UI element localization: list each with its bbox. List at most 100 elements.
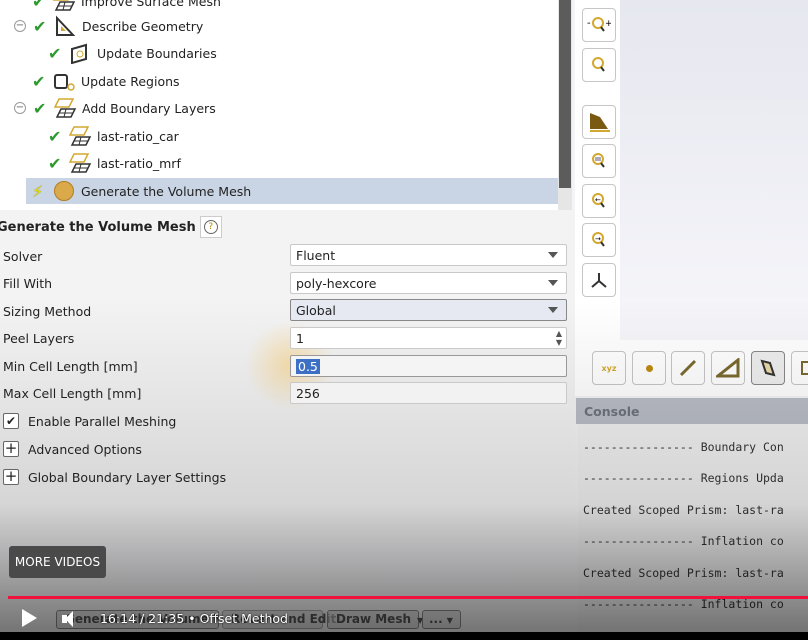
form-title-row: Generate the Volume Mesh ? — [0, 216, 222, 238]
tree-item[interactable]: ✔ last-ratio_mrf — [48, 150, 181, 176]
max-cell-input[interactable]: 256 — [290, 382, 567, 404]
spinner-arrows-icon[interactable]: ▲ ▼ — [556, 329, 562, 347]
check-icon: ✔ — [48, 126, 62, 146]
zoom-in-out-button[interactable]: - + — [582, 8, 616, 42]
previous-view-button[interactable]: ← — [582, 184, 616, 218]
svg-text:→: → — [595, 235, 601, 243]
triad-button[interactable]: xyz — [592, 351, 626, 385]
lightning-icon: ⚡ — [32, 181, 44, 201]
tree-item[interactable]: ✔ Improve Surface Mesh — [32, 0, 221, 14]
axes-button[interactable] — [582, 263, 616, 297]
help-button[interactable]: ? — [199, 216, 222, 238]
mesh-display-button[interactable] — [582, 105, 616, 139]
peel-layers-value: 1 — [296, 330, 304, 346]
next-view-button[interactable]: → — [582, 223, 616, 257]
zoom-box-button[interactable] — [582, 144, 616, 178]
sizing-method-dropdown[interactable]: Global — [290, 299, 567, 321]
advanced-options-label: Advanced Options — [28, 441, 142, 457]
tree-item[interactable]: ✔ last-ratio_car — [48, 123, 179, 149]
time-display: 16:14 / 21:35 — [100, 611, 185, 626]
chapter-title[interactable]: Offset Method — [200, 611, 288, 626]
more-options-button[interactable]: ... ▼ — [422, 610, 461, 629]
video-time: 16:14 / 21:35 • Offset Method — [100, 611, 288, 626]
tree-item-label: last-ratio_mrf — [97, 155, 181, 171]
line-icon — [679, 359, 697, 377]
task-form: Generate the Volume Mesh ? Solver Fluent… — [0, 210, 575, 540]
tree-item-label: last-ratio_car — [97, 128, 179, 144]
sizing-method-value: Global — [296, 302, 336, 318]
geometry-icon — [53, 15, 77, 37]
solver-label: Solver — [3, 248, 43, 264]
max-cell-value: 256 — [296, 385, 320, 401]
check-icon: ✔ — [33, 98, 47, 118]
tree-item[interactable]: ✔ Update Regions — [32, 68, 180, 94]
expand-plus-icon[interactable]: + — [3, 469, 19, 485]
tree-scrollbar[interactable] — [558, 0, 572, 210]
parallel-meshing-row[interactable]: ✔ Enable Parallel Meshing — [3, 410, 176, 432]
tree-item-label: Describe Geometry — [82, 18, 204, 34]
more-videos-button[interactable]: MORE VIDEOS — [9, 546, 106, 578]
solver-dropdown[interactable]: Fluent — [290, 244, 567, 266]
check-icon: ✔ — [33, 16, 47, 36]
collapse-icon[interactable]: − — [14, 102, 26, 114]
select-edge-button[interactable] — [671, 351, 705, 385]
check-icon: ✔ — [48, 43, 62, 63]
parallel-meshing-label: Enable Parallel Meshing — [28, 413, 177, 429]
expand-plus-icon[interactable]: + — [3, 441, 19, 457]
console-line: ---------------- Regions Upda — [583, 471, 784, 485]
tree-item[interactable]: − ✔ Add Boundary Layers — [14, 95, 216, 121]
draw-mesh-button[interactable]: Draw Mesh ▼ — [327, 610, 423, 629]
console-line: Created Scoped Prism: last-ra — [583, 503, 784, 517]
scrollbar-thumb[interactable] — [559, 0, 571, 188]
play-icon[interactable] — [22, 609, 37, 627]
select-triangle-button[interactable] — [711, 351, 745, 385]
peel-layers-spinner[interactable]: 1 ▲ ▼ — [290, 327, 567, 349]
tree-item[interactable]: ✔ Update Boundaries — [48, 40, 217, 66]
mesh-icon — [52, 0, 76, 12]
view-toolbar: - + ← → — [575, 0, 620, 340]
draw-mesh-label: Draw Mesh — [336, 612, 412, 626]
axes-icon — [591, 273, 607, 288]
layers-icon — [53, 97, 77, 119]
select-body-button[interactable] — [791, 351, 808, 385]
chevron-down-icon — [548, 252, 558, 258]
global-bl-row[interactable]: + Global Boundary Layer Settings — [3, 466, 226, 488]
collapse-icon[interactable]: − — [14, 20, 26, 32]
select-point-button[interactable] — [632, 351, 666, 385]
tree-item-label: Update Boundaries — [97, 45, 217, 61]
global-bl-label: Global Boundary Layer Settings — [28, 469, 227, 485]
chevron-down-icon — [548, 307, 558, 313]
min-cell-input[interactable]: 0.5 — [290, 355, 567, 377]
zoom-icon: - + — [587, 17, 611, 32]
form-title: Generate the Volume Mesh — [0, 219, 196, 235]
advanced-options-row[interactable]: + Advanced Options — [3, 438, 142, 460]
checkbox-checked-icon[interactable]: ✔ — [3, 413, 19, 429]
peel-layers-label: Peel Layers — [3, 330, 75, 346]
volume-icon[interactable] — [62, 611, 76, 627]
console-output[interactable]: ---------------- Boundary Con ----------… — [578, 424, 808, 640]
console-line: ---------------- Inflation co — [583, 597, 784, 611]
console-line: ---------------- Boundary Con — [583, 440, 784, 454]
tree-item[interactable]: − ✔ Describe Geometry — [14, 13, 203, 39]
video-progress-bar[interactable] — [8, 596, 808, 599]
chevron-down-icon — [548, 280, 558, 286]
tree-item-label: Generate the Volume Mesh — [81, 183, 252, 199]
tree-item-label: Add Boundary Layers — [82, 100, 216, 116]
svg-text:-: - — [587, 18, 591, 29]
svg-text:+: + — [605, 19, 611, 29]
tree-item[interactable]: ⚡ Generate the Volume Mesh — [26, 178, 558, 204]
select-face-button[interactable] — [751, 351, 785, 385]
solver-value: Fluent — [296, 247, 336, 263]
face-icon — [760, 359, 776, 377]
check-icon: ✔ — [32, 71, 46, 91]
mesh-display-icon — [590, 113, 610, 132]
console-header: Console — [576, 398, 808, 424]
check-icon: ✔ — [48, 153, 62, 173]
zoom-button[interactable] — [582, 48, 616, 82]
fill-with-dropdown[interactable]: poly-hexcore — [290, 272, 567, 294]
magnifier-icon — [592, 57, 605, 72]
cube-icon — [801, 361, 808, 375]
console-line: Created Scoped Prism: last-ra — [583, 566, 784, 580]
regions-icon — [52, 70, 76, 92]
graphics-viewport[interactable] — [620, 0, 808, 340]
